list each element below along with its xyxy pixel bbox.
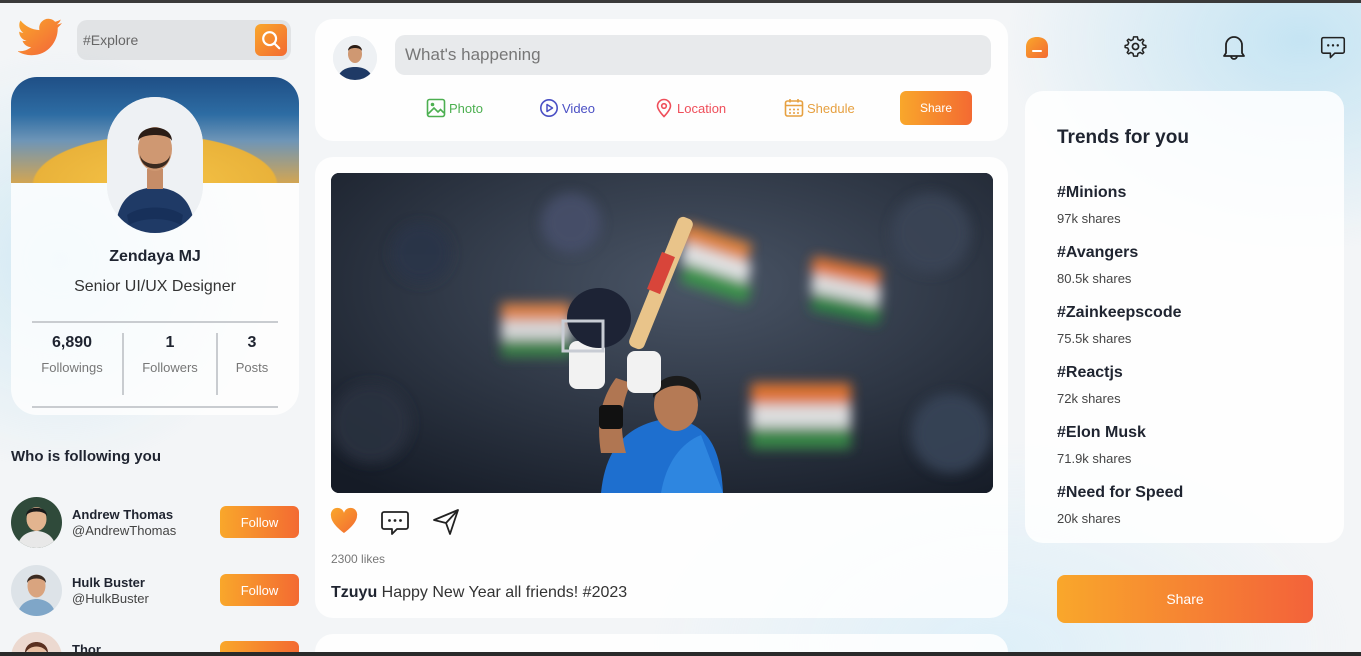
location-option[interactable]: Location <box>654 97 726 119</box>
search-button[interactable] <box>255 24 287 56</box>
stat-label: Followings <box>41 360 103 375</box>
follower-item: Andrew Thomas @AndrewThomas Follow <box>11 497 299 548</box>
profile-role: Senior UI/UX Designer <box>74 278 236 295</box>
stat-followings[interactable]: 6,890 Followings <box>32 334 112 375</box>
trend-tag: #Need for Speed <box>1057 484 1184 501</box>
followers-section-title: Who is following you <box>11 448 161 465</box>
photo-icon <box>426 98 446 118</box>
divider <box>122 333 124 395</box>
window-top-border <box>0 0 1361 3</box>
trend-tag: #Reactjs <box>1057 364 1123 381</box>
profile-name: Zendaya MJ <box>109 248 201 265</box>
follow-button[interactable]: Follow <box>220 574 299 606</box>
post-card: 2300 likes Tzuyu Happy New Year all frie… <box>315 157 1008 618</box>
trend-item[interactable]: #Minions 97k shares <box>1057 184 1126 226</box>
schedule-label: Shedule <box>807 100 855 116</box>
post-composer: Photo Video Location Shedule Share <box>315 19 1008 141</box>
trend-tag: #Avangers <box>1057 244 1139 261</box>
stat-label: Posts <box>235 360 269 375</box>
trend-shares: 97k shares <box>1057 211 1121 226</box>
trend-shares: 71.9k shares <box>1057 451 1132 466</box>
window-bottom-border <box>0 652 1361 656</box>
trend-shares: 80.5k shares <box>1057 271 1132 286</box>
follower-name: Hulk Buster <box>72 575 145 590</box>
calendar-icon <box>784 99 804 117</box>
stat-posts[interactable]: 3 Posts <box>223 334 281 375</box>
stat-value: 6,890 <box>51 334 93 351</box>
home-icon[interactable] <box>1024 35 1050 66</box>
search-icon <box>262 31 281 50</box>
explore-search <box>77 20 291 60</box>
stat-followers[interactable]: 1 Followers <box>130 334 210 375</box>
notification-bell-icon[interactable] <box>1221 34 1247 65</box>
likes-count: 2300 likes <box>331 552 386 566</box>
profile-card: Zendaya MJ Senior UI/UX Designer 6,890 F… <box>11 77 299 415</box>
trend-shares: 75.5k shares <box>1057 331 1132 346</box>
stat-value: 3 <box>247 334 257 351</box>
heart-icon[interactable] <box>329 507 359 540</box>
follower-item: Hulk Buster @HulkBuster Follow <box>11 565 299 616</box>
trend-item[interactable]: #Reactjs 72k shares <box>1057 364 1123 406</box>
twitter-logo-icon[interactable] <box>17 18 64 60</box>
share-button[interactable]: Share <box>1057 575 1313 623</box>
messages-icon[interactable] <box>1320 35 1346 66</box>
location-label: Location <box>677 100 727 116</box>
post-caption: Tzuyu Happy New Year all friends! #2023 <box>331 584 627 602</box>
divider <box>32 406 278 408</box>
share-button[interactable]: Share <box>900 91 972 125</box>
trend-item[interactable]: #Need for Speed 20k shares <box>1057 484 1183 526</box>
share-send-icon[interactable] <box>431 507 461 542</box>
trend-shares: 20k shares <box>1057 511 1121 526</box>
video-option[interactable]: Video <box>539 97 595 119</box>
divider <box>32 321 278 323</box>
video-icon <box>540 99 558 117</box>
photo-option[interactable]: Photo <box>426 97 483 119</box>
post-author[interactable]: Tzuyu <box>331 584 377 601</box>
post-text: Happy New Year all friends! #2023 <box>381 584 628 601</box>
post-image[interactable] <box>331 173 993 493</box>
trend-shares: 72k shares <box>1057 391 1121 406</box>
trends-panel: Trends for you #Minions 97k shares #Avan… <box>1025 91 1344 543</box>
photo-label: Photo <box>449 100 483 116</box>
whats-happening-input[interactable] <box>395 35 991 75</box>
follower-name: Andrew Thomas <box>72 507 174 522</box>
avatar[interactable] <box>333 36 377 80</box>
video-label: Video <box>562 100 596 116</box>
follower-handle: @HulkBuster <box>72 591 149 606</box>
profile-avatar[interactable] <box>107 97 203 233</box>
search-input[interactable] <box>83 20 253 60</box>
trends-title: Trends for you <box>1057 127 1189 148</box>
avatar[interactable] <box>11 565 62 616</box>
follower-handle: @AndrewThomas <box>72 523 177 538</box>
avatar[interactable] <box>11 497 62 548</box>
stat-value: 1 <box>165 334 175 351</box>
comment-icon[interactable] <box>380 507 410 542</box>
divider <box>216 333 218 395</box>
trend-item[interactable]: #Avangers 80.5k shares <box>1057 244 1138 286</box>
trend-tag: #Zainkeepscode <box>1057 304 1182 321</box>
stat-label: Followers <box>142 360 198 375</box>
trend-tag: #Elon Musk <box>1057 424 1146 441</box>
trend-item[interactable]: #Elon Musk 71.9k shares <box>1057 424 1146 466</box>
location-icon <box>656 98 672 118</box>
follow-button[interactable]: Follow <box>220 506 299 538</box>
trend-item[interactable]: #Zainkeepscode 75.5k shares <box>1057 304 1182 346</box>
schedule-option[interactable]: Shedule <box>784 97 855 119</box>
trend-tag: #Minions <box>1057 184 1127 201</box>
gear-icon[interactable] <box>1124 35 1147 63</box>
